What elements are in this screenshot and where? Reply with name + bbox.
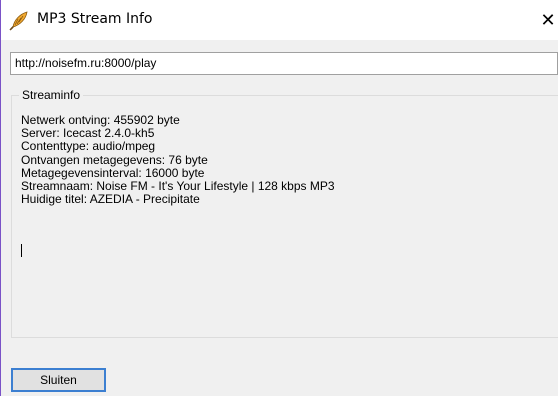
info-line-current-title: Huidige titel: AZEDIA - Precipitate [21, 192, 200, 207]
info-line-contenttype: Contenttype: audio/mpeg [21, 139, 156, 154]
streaminfo-text-area[interactable]: Netwerk ontving: 455902 byte Server: Ice… [21, 113, 551, 334]
close-button[interactable]: Sluiten [11, 368, 106, 392]
close-icon[interactable]: ✕ [538, 0, 558, 40]
streaminfo-legend: Streaminfo [19, 88, 84, 102]
window-title: MP3 Stream Info [37, 11, 153, 27]
title-bar[interactable]: MP3 Stream Info ✕ [1, 0, 558, 40]
text-caret [21, 244, 22, 257]
stream-url-field[interactable]: http://noisefm.ru:8000/play [10, 52, 558, 75]
mp3-stream-info-dialog: MP3 Stream Info ✕ http://noisefm.ru:8000… [0, 0, 558, 396]
window-frame [0, 0, 1, 396]
mp3-feather-icon [8, 10, 30, 32]
info-line-metadata-received: Ontvangen metagegevens: 76 byte [21, 152, 208, 167]
